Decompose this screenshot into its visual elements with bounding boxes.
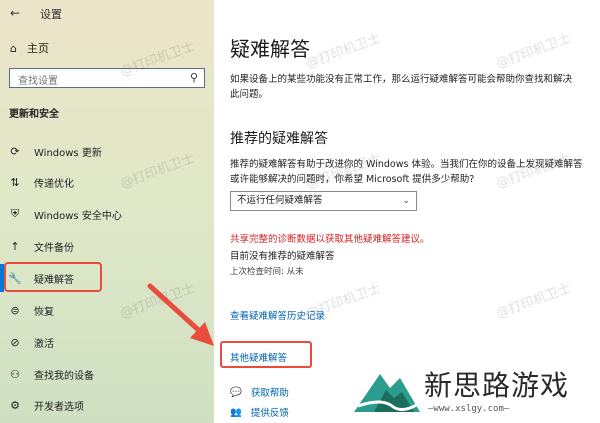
mountain-logo-icon — [354, 374, 420, 412]
recovery-icon: ⊜ — [10, 303, 20, 317]
feedback-link[interactable]: 👥 提供反馈 — [230, 405, 289, 420]
sidebar-item-label: 开发者选项 — [34, 401, 84, 413]
help-label: 获取帮助 — [250, 388, 289, 399]
troubleshoot-level-dropdown[interactable]: 不运行任何疑难解答 ⌄ — [230, 191, 417, 211]
last-check-text: 上次检查时间: 从未 — [230, 267, 304, 277]
sidebar-item-activation[interactable]: ⊘ 激活 — [8, 328, 54, 356]
developer-icon: ⚙ — [10, 398, 20, 412]
sidebar-item-recovery[interactable]: ⊜ 恢复 — [8, 296, 54, 324]
watermark: @打印机卫士 — [118, 150, 197, 192]
home-nav[interactable]: ⌂ 主页 — [10, 40, 49, 56]
page-title: 疑难解答 — [230, 37, 310, 61]
watermark: @打印机卫士 — [304, 30, 383, 72]
recommended-description: 推荐的疑难解答有助于改进你的 Windows 体验。当我们在你的设备上发现疑难解… — [230, 159, 583, 185]
home-label: 主页 — [26, 42, 49, 55]
sidebar-item-label: 文件备份 — [34, 242, 74, 254]
dropdown-value: 不运行任何疑难解答 — [237, 195, 323, 206]
sidebar-item-backup[interactable]: ↑ 文件备份 — [8, 232, 74, 260]
search-input[interactable] — [16, 72, 170, 91]
sidebar-item-label: 恢复 — [34, 306, 54, 318]
delivery-icon: ⇅ — [10, 175, 20, 189]
check-circle-icon: ⊘ — [10, 335, 20, 349]
logo-url: —www.xslgy.com— — [428, 404, 510, 414]
sidebar: ← 设置 ⌂ 主页 ⚲ 更新和安全 ⟳ Windows 更新 ⇅ 传递优化 ⛨ … — [0, 0, 214, 423]
home-icon: ⌂ — [10, 41, 17, 55]
intro-text: 如果设备上的某些功能没有正常工作，那么运行疑难解答可能会帮助你查找和解决此问题。 — [230, 74, 573, 100]
other-troubleshooters-link[interactable]: 其他疑难解答 — [230, 350, 287, 364]
help-icon: 💬 — [230, 386, 242, 398]
app-title: 设置 — [40, 8, 62, 21]
feedback-icon: 👥 — [230, 406, 242, 418]
watermark: @打印机卫士 — [118, 280, 197, 322]
backup-icon: ↑ — [10, 239, 20, 253]
search-box[interactable]: ⚲ — [9, 68, 205, 91]
feedback-label: 提供反馈 — [250, 408, 289, 419]
sidebar-item-find-device[interactable]: ⚇ 查找我的设备 — [8, 360, 94, 388]
sidebar-item-label: 激活 — [34, 338, 54, 350]
history-link[interactable]: 查看疑难解答历史记录 — [230, 308, 325, 322]
shield-icon: ⛨ — [10, 207, 20, 220]
section-title: 更新和安全 — [9, 109, 59, 120]
sidebar-item-delivery[interactable]: ⇅ 传递优化 — [8, 168, 74, 196]
sidebar-item-label: 查找我的设备 — [34, 370, 94, 382]
sidebar-item-label: Windows 更新 — [34, 147, 102, 159]
sidebar-item-label: Windows 安全中心 — [34, 210, 122, 222]
sidebar-item-security[interactable]: ⛨ Windows 安全中心 — [8, 200, 122, 228]
recommended-title: 推荐的疑难解答 — [230, 131, 328, 147]
highlight-box-troubleshoot — [4, 262, 102, 292]
watermark: @打印机卫士 — [494, 30, 573, 72]
no-recommended-text: 目前没有推荐的疑难解答 — [230, 251, 335, 262]
person-locate-icon: ⚇ — [10, 367, 20, 381]
site-logo: 新思路游戏 —www.xslgy.com— — [352, 360, 600, 423]
sync-icon: ⟳ — [10, 144, 20, 158]
sidebar-item-label: 传递优化 — [34, 178, 74, 190]
sidebar-item-windows-update[interactable]: ⟳ Windows 更新 — [8, 137, 102, 165]
search-icon[interactable]: ⚲ — [190, 71, 198, 84]
share-diagnostics-link[interactable]: 共享完整的诊断数据以获取其他疑难解答建议。 — [230, 231, 430, 245]
logo-text: 新思路游戏 — [424, 369, 570, 402]
watermark: @打印机卫士 — [494, 280, 573, 322]
get-help-link[interactable]: 💬 获取帮助 — [230, 385, 289, 400]
sidebar-item-developer[interactable]: ⚙ 开发者选项 — [8, 391, 84, 419]
back-arrow-icon[interactable]: ← — [10, 6, 20, 20]
chevron-down-icon: ⌄ — [402, 196, 410, 206]
